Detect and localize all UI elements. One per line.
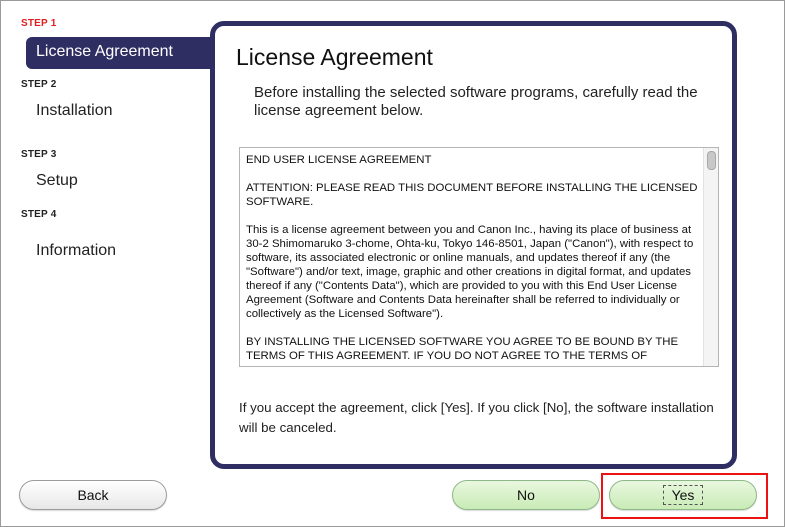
footer-instructions: If you accept the agreement, click [Yes]… — [239, 400, 714, 435]
license-panel: License Agreement Before installing the … — [210, 21, 737, 469]
sidebar-step-information: Information — [36, 242, 117, 259]
no-button[interactable]: No — [452, 480, 600, 510]
step-1-label: STEP 1 — [21, 18, 57, 29]
step-4-label: STEP 4 — [21, 209, 57, 220]
back-button[interactable]: Back — [19, 480, 167, 510]
installer-window: STEP 1 License Agreement STEP 2 Installa… — [0, 0, 785, 527]
intro-text: Before installing the selected software … — [254, 84, 698, 119]
sidebar-step-installation: Installation — [36, 102, 113, 119]
yes-highlight-box — [601, 473, 768, 519]
license-text: END USER LICENSE AGREEMENT ATTENTION: PL… — [246, 154, 698, 362]
sidebar-step-setup: Setup — [36, 172, 78, 189]
sidebar-step-license-agreement: License Agreement — [26, 37, 216, 69]
step-3-label: STEP 3 — [21, 149, 57, 160]
license-scrollbar[interactable] — [703, 148, 718, 366]
scrollbar-thumb[interactable] — [707, 151, 716, 170]
page-title: License Agreement — [236, 44, 433, 70]
step-2-label: STEP 2 — [21, 79, 57, 90]
license-text-area[interactable]: END USER LICENSE AGREEMENT ATTENTION: PL… — [239, 147, 719, 367]
